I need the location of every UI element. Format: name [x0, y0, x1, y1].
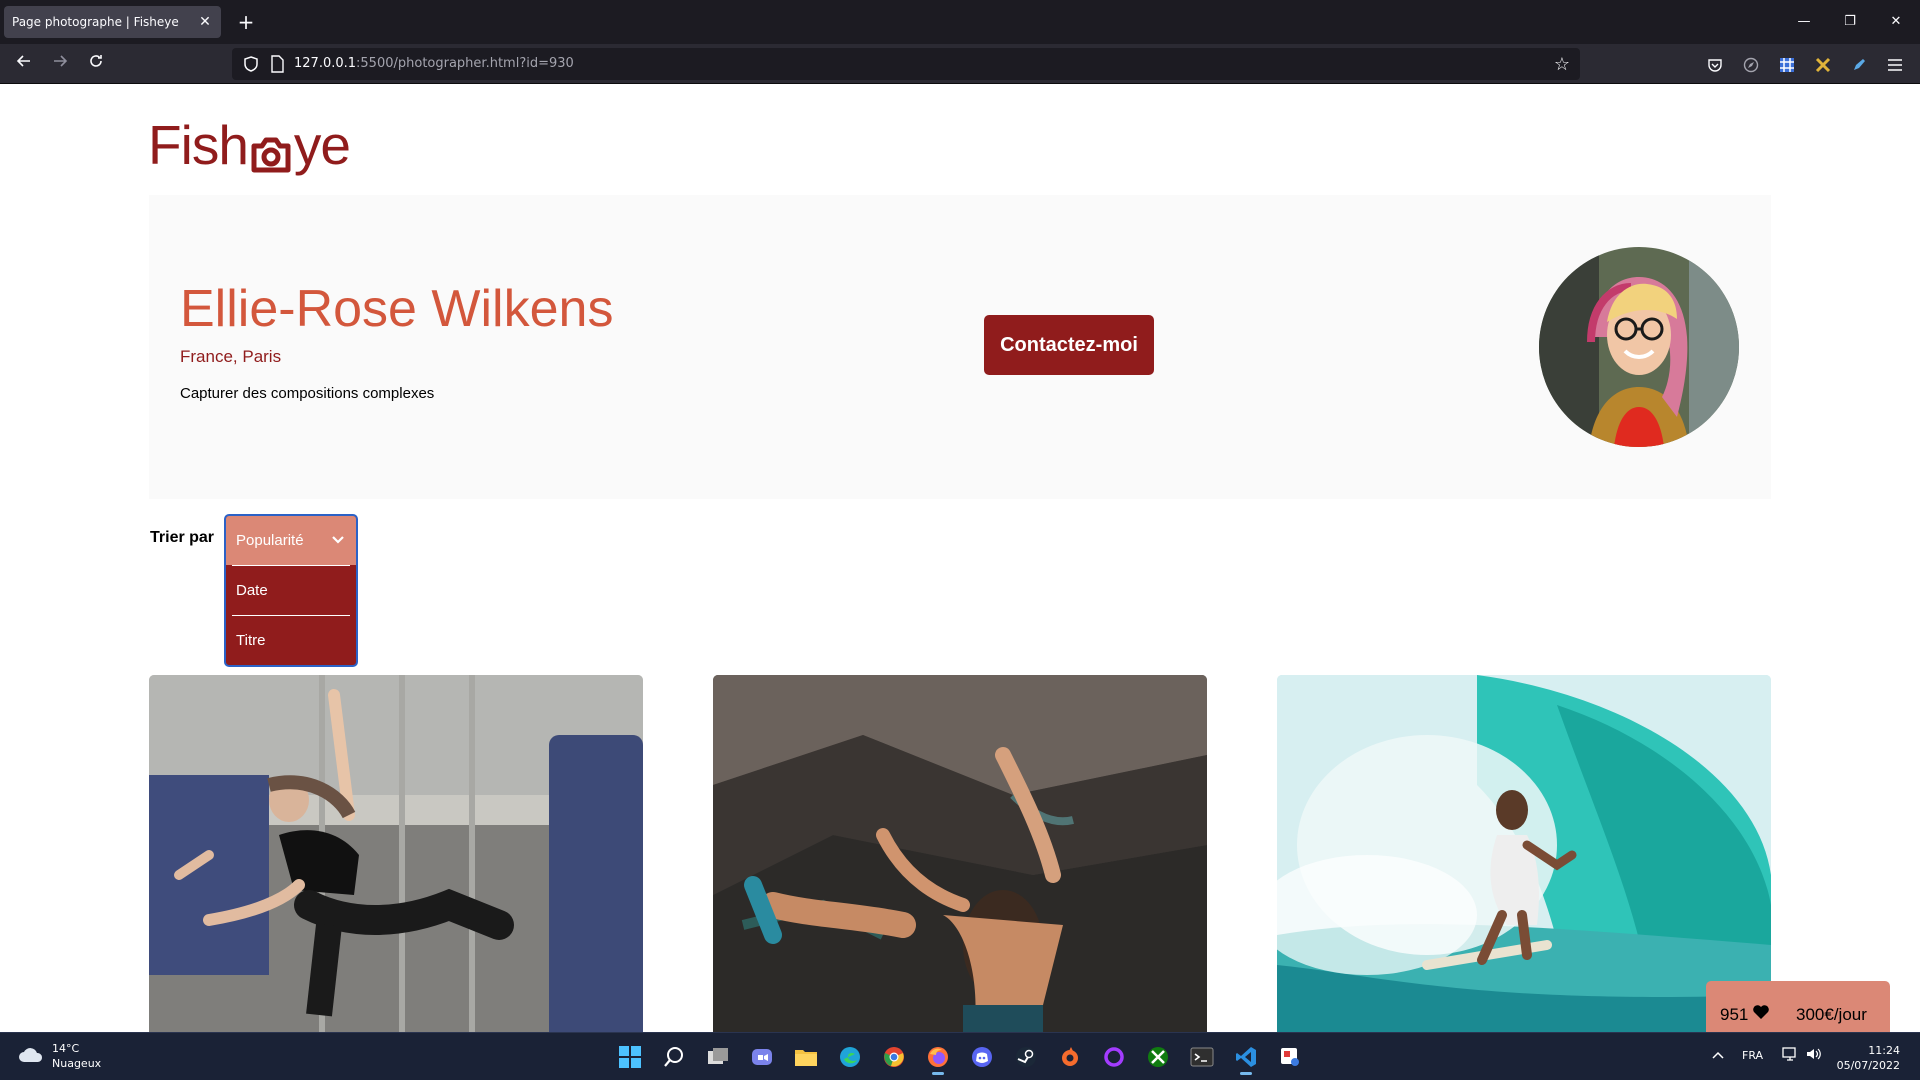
stats-box: 951 300€/jour	[1706, 981, 1890, 1033]
sort-label: Trier par	[150, 529, 215, 546]
extension-compass-icon[interactable]	[1740, 54, 1762, 76]
sort-option-popularity[interactable]: Popularité	[226, 516, 356, 565]
total-likes: 951	[1720, 1004, 1770, 1025]
snipping-tool-icon[interactable]	[1274, 1041, 1306, 1073]
logo-text-left: Fish	[148, 114, 249, 176]
minimize-button[interactable]: —	[1784, 8, 1824, 36]
weather-desc: Nuageux	[52, 1057, 102, 1070]
camera-icon	[250, 125, 292, 173]
search-icon[interactable]	[658, 1041, 690, 1073]
chevron-down-icon	[330, 532, 346, 548]
forward-arrow-icon[interactable]	[46, 50, 74, 78]
sort-option-title[interactable]: Titre	[226, 616, 356, 665]
likes-count: 951	[1720, 1004, 1749, 1024]
back-arrow-icon[interactable]	[10, 50, 38, 78]
photographer-tagline: Capturer des compositions complexes	[180, 385, 435, 402]
windows-taskbar: 14°C Nuageux FRA 11:24 05/07/2022	[0, 1032, 1920, 1080]
shield-icon[interactable]	[242, 55, 260, 73]
surfer-wave-photo	[1277, 675, 1771, 1033]
sort-option-label: Date	[236, 582, 268, 599]
logo-text-right: ye	[293, 114, 351, 176]
steam-icon[interactable]	[1010, 1041, 1042, 1073]
tab-title: Page photographe | Fisheye	[12, 15, 179, 29]
web-page: Fish ye Ellie-Rose Wilkens France, Paris…	[0, 85, 1920, 1033]
tab-close-icon[interactable]: ✕	[197, 14, 213, 30]
pocket-icon[interactable]	[1704, 54, 1726, 76]
browser-tab-bar: Page photographe | Fisheye ✕ + — ❐ ✕	[0, 0, 1920, 44]
restore-button[interactable]: ❐	[1830, 8, 1870, 36]
extension-pen-icon[interactable]	[1848, 54, 1870, 76]
cloud-icon	[18, 1045, 44, 1067]
contact-button[interactable]: Contactez-moi	[984, 315, 1154, 375]
sort-dropdown[interactable]: Popularité Date Titre	[224, 514, 358, 667]
discord-icon[interactable]	[966, 1041, 998, 1073]
edge-browser-icon[interactable]	[834, 1041, 866, 1073]
tray-expand-icon[interactable]	[1712, 1049, 1724, 1062]
windows-start-icon[interactable]	[614, 1041, 646, 1073]
clock[interactable]: 11:24 05/07/2022	[1837, 1043, 1900, 1073]
media-card-2[interactable]	[713, 675, 1207, 1033]
close-window-button[interactable]: ✕	[1876, 8, 1916, 36]
new-tab-button[interactable]: +	[232, 8, 260, 36]
photographer-avatar	[1539, 247, 1739, 447]
vscode-icon[interactable]	[1230, 1041, 1262, 1075]
teams-chat-icon[interactable]	[746, 1041, 778, 1073]
weather-temp: 14°C	[52, 1042, 80, 1055]
sort-option-date[interactable]: Date	[226, 566, 356, 615]
network-icon[interactable]	[1782, 1047, 1798, 1064]
photographer-header: Ellie-Rose Wilkens France, Paris Capture…	[149, 195, 1771, 499]
fisheye-logo[interactable]: Fish ye	[148, 114, 351, 176]
extension-grid-icon[interactable]	[1776, 54, 1798, 76]
browser-nav-bar: 127.0.0.1:5500/photographer.html?id=930 …	[0, 44, 1920, 84]
xbox-icon[interactable]	[1142, 1041, 1174, 1073]
clock-date: 05/07/2022	[1836, 1059, 1900, 1072]
clock-time: 11:24	[1868, 1044, 1900, 1057]
media-card-3[interactable]	[1277, 675, 1771, 1033]
weather-widget[interactable]: 14°C Nuageux	[18, 1041, 101, 1071]
reload-icon[interactable]	[82, 50, 110, 78]
page-info-icon[interactable]	[270, 55, 286, 73]
url-text[interactable]: 127.0.0.1:5500/photographer.html?id=930	[294, 56, 574, 71]
volume-icon[interactable]	[1806, 1047, 1822, 1064]
sport-dance-photo	[149, 675, 643, 1033]
address-bar[interactable]: 127.0.0.1:5500/photographer.html?id=930 …	[232, 48, 1580, 80]
heart-icon	[1752, 1004, 1770, 1025]
firefox-browser-icon[interactable]	[922, 1041, 954, 1075]
language-indicator[interactable]: FRA	[1742, 1049, 1763, 1062]
file-explorer-icon[interactable]	[790, 1041, 822, 1073]
menu-hamburger-icon[interactable]	[1884, 54, 1906, 76]
extension-x-icon[interactable]	[1812, 54, 1834, 76]
browser-tab[interactable]: Page photographe | Fisheye ✕	[4, 6, 221, 38]
task-view-icon[interactable]	[702, 1041, 734, 1073]
terminal-icon[interactable]	[1186, 1041, 1218, 1073]
bookmark-star-icon[interactable]: ☆	[1554, 54, 1570, 75]
cortana-ring-icon[interactable]	[1098, 1041, 1130, 1073]
sort-option-label: Popularité	[236, 532, 304, 549]
media-card-1[interactable]	[149, 675, 643, 1033]
chrome-browser-icon[interactable]	[878, 1041, 910, 1073]
photographer-name: Ellie-Rose Wilkens	[180, 280, 614, 338]
daily-price: 300€/jour	[1796, 1005, 1867, 1024]
rock-climbing-photo	[713, 675, 1207, 1033]
sort-option-label: Titre	[236, 632, 266, 649]
origin-icon[interactable]	[1054, 1041, 1086, 1073]
photographer-location: France, Paris	[180, 347, 282, 366]
